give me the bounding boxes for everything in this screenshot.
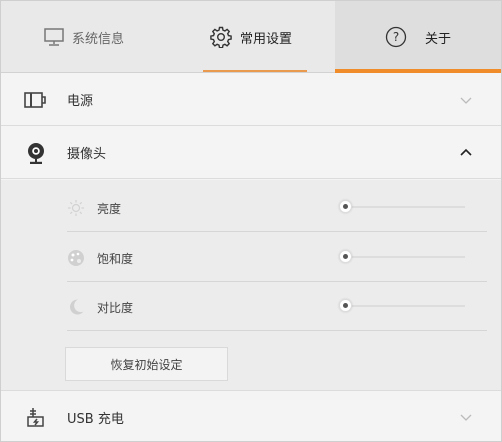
battery-icon — [23, 89, 49, 111]
settings-window: 系统信息 常用设置 ? 关于 电源 摄像头 亮度 饱和度 对比度 恢复初始设定 … — [0, 0, 502, 442]
chevron-up-icon[interactable] — [459, 145, 473, 159]
tab-active-underline — [335, 69, 501, 73]
brightness-slider[interactable] — [339, 200, 465, 213]
section-label: USB 充电 — [67, 411, 124, 427]
help-circle-icon: ? — [385, 26, 407, 48]
setting-label: 饱和度 — [97, 252, 134, 266]
setting-brightness: 亮度 — [67, 182, 487, 232]
usb-charge-icon — [23, 406, 49, 428]
setting-saturation: 饱和度 — [67, 232, 487, 282]
tab-underline — [203, 70, 307, 72]
section-power[interactable]: 电源 — [1, 74, 501, 126]
reset-defaults-button[interactable]: 恢复初始设定 — [65, 347, 228, 381]
section-label: 摄像头 — [67, 147, 107, 162]
section-label: 电源 — [67, 94, 94, 109]
tab-label: 系统信息 — [71, 31, 124, 47]
setting-label: 对比度 — [97, 301, 134, 315]
tab-label: 关于 — [424, 31, 451, 47]
contrast-slider[interactable] — [339, 299, 465, 312]
moon-icon — [67, 298, 85, 316]
tab-about[interactable]: ? 关于 — [335, 1, 501, 73]
svg-text:?: ? — [393, 30, 399, 44]
sun-icon — [67, 199, 85, 217]
setting-label: 亮度 — [97, 202, 122, 216]
tab-bar: 系统信息 常用设置 ? 关于 — [1, 1, 501, 73]
slider-handle[interactable] — [339, 200, 352, 213]
section-usb-charging[interactable]: USB 充电 — [1, 391, 501, 441]
tab-common-settings[interactable]: 常用设置 — [167, 1, 335, 73]
setting-contrast: 对比度 — [67, 281, 487, 331]
tab-label: 常用设置 — [239, 31, 292, 47]
saturation-slider[interactable] — [339, 250, 465, 263]
chevron-down-icon[interactable] — [459, 92, 473, 106]
camera-settings-panel: 亮度 饱和度 对比度 恢复初始设定 — [1, 180, 501, 391]
section-camera[interactable]: 摄像头 — [1, 127, 501, 179]
palette-icon — [67, 249, 85, 267]
slider-handle[interactable] — [339, 299, 352, 312]
monitor-icon — [44, 28, 64, 46]
slider-handle[interactable] — [339, 250, 352, 263]
chevron-down-icon[interactable] — [459, 409, 473, 423]
tab-system-info[interactable]: 系统信息 — [1, 1, 167, 73]
gear-icon — [210, 26, 232, 48]
webcam-icon — [23, 142, 49, 164]
